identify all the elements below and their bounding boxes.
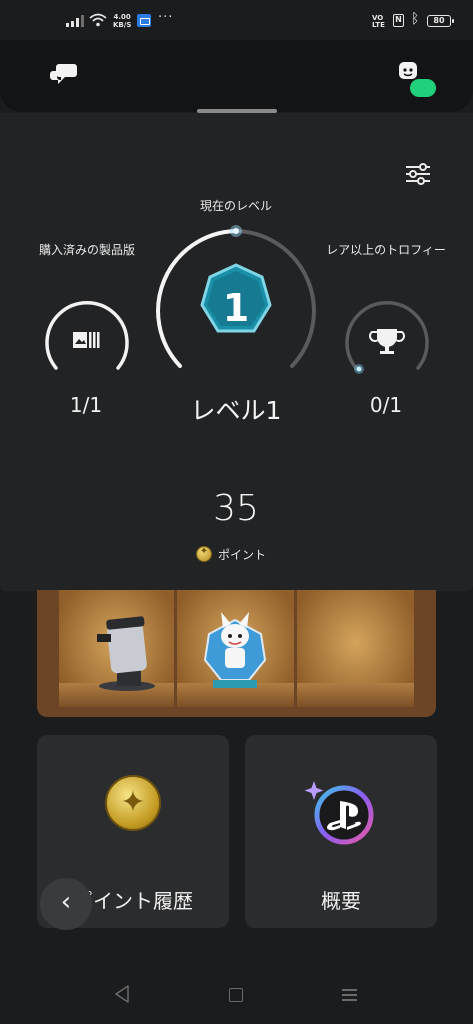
- rare-trophies-value: 0/1: [369, 393, 403, 417]
- points-label: ポイント: [218, 547, 267, 562]
- purchased-games-label: 購入済みの製品版: [38, 243, 135, 257]
- coin-icon: [105, 775, 161, 831]
- trophy-icon: [369, 329, 405, 354]
- rare-trophies-label: レア以上のトロフィー: [326, 243, 446, 257]
- shelf-slot-empty[interactable]: [297, 590, 414, 707]
- nfc-icon: N: [393, 14, 404, 27]
- battery-indicator: 80: [427, 15, 454, 27]
- nav-recents-icon[interactable]: [342, 988, 357, 1002]
- rare-trophies-gauge[interactable]: [342, 296, 432, 386]
- level-progress-ring[interactable]: 1: [150, 223, 322, 383]
- more-notifications-icon: ···: [158, 10, 174, 25]
- top-header: [0, 40, 473, 112]
- status-bar: 4.00 KB/S ··· VO LTE N ᛒ 80: [0, 0, 473, 40]
- points-row: ポイント: [196, 544, 266, 564]
- online-status-badge: [410, 79, 436, 97]
- overview-label: 概要: [321, 889, 361, 913]
- message-notification-icon: [137, 14, 151, 27]
- speech-bubbles-icon[interactable]: [50, 62, 78, 86]
- level-badge-number: 1: [223, 286, 249, 330]
- telescope-collectible: [97, 616, 155, 691]
- network-speed: 4.00 KB/S: [113, 13, 132, 29]
- game-library-icon: [73, 332, 100, 348]
- purchased-games-value: 1/1: [69, 393, 103, 417]
- current-level-text: レベル1: [190, 396, 282, 425]
- current-level-label: 現在のレベル: [199, 199, 272, 213]
- signal-strength-icon: [66, 15, 84, 27]
- bluetooth-icon: ᛒ: [411, 11, 420, 27]
- points-value: 35: [213, 488, 259, 529]
- coin-icon: [196, 546, 212, 562]
- chevron-left-icon: ‹: [60, 887, 72, 917]
- filter-settings-icon[interactable]: [400, 158, 436, 190]
- system-navigation-bar: [0, 964, 473, 1024]
- collectibles-shelf[interactable]: [37, 590, 436, 717]
- shelf-slot-toro[interactable]: [177, 590, 294, 707]
- shelf-slot-telescope[interactable]: [59, 590, 174, 707]
- level-badge: 1: [200, 263, 272, 333]
- overview-card[interactable]: 概要: [245, 735, 437, 928]
- back-button[interactable]: ‹: [40, 878, 92, 930]
- playstation-logo-icon: [304, 781, 374, 845]
- purchased-games-gauge[interactable]: [42, 296, 132, 386]
- volte-indicator: VO LTE: [372, 14, 385, 29]
- wifi-icon: [89, 13, 107, 27]
- toro-figure-collectible: [203, 612, 267, 688]
- nav-back-icon[interactable]: [113, 984, 131, 1004]
- nav-home-icon[interactable]: [229, 988, 243, 1002]
